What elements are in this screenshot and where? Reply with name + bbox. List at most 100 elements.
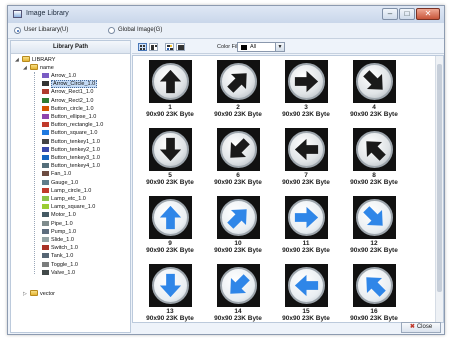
tree-item[interactable]: Fan_1.0 [42, 170, 71, 178]
tree-item[interactable]: Valve_1.0 [42, 269, 75, 277]
arrow-image[interactable] [216, 264, 260, 307]
arrow-image[interactable] [284, 128, 328, 171]
tree-item[interactable]: Toggle_1.0 [42, 261, 78, 269]
user-library-radio[interactable] [14, 27, 21, 34]
arrow-image[interactable] [352, 128, 396, 171]
tree-item[interactable]: Arrow_Rect2_1.0 [42, 97, 94, 105]
arrow-icon [226, 209, 247, 229]
arrow-image[interactable] [352, 60, 396, 103]
item-type-icon [42, 187, 49, 193]
tree-item[interactable]: Button_circle_1.0 [42, 105, 94, 113]
image-tile[interactable]: 10 90x90 23K Byte [209, 196, 267, 255]
arrow-icon [159, 69, 181, 94]
close-window-button[interactable]: ✕ [416, 8, 440, 20]
global-image-label[interactable]: Global Image(G) [118, 27, 162, 33]
image-tile[interactable]: 14 90x90 23K Byte [209, 264, 267, 322]
tree-item[interactable]: Button_tenkey4_1.0 [42, 162, 100, 170]
tree-item[interactable]: Arrow_1.0 [42, 72, 76, 80]
tree-folder-name[interactable]: name [30, 64, 54, 72]
medium-icons-view-icon[interactable] [149, 43, 158, 51]
list-view-icon[interactable] [176, 43, 185, 51]
arrow-icon [159, 273, 181, 298]
tree-item[interactable]: Arrow_Rect1_1.0 [42, 88, 94, 96]
title-bar[interactable]: Image Library – □ ✕ [8, 6, 444, 23]
image-tile[interactable]: 4 90x90 23K Byte [345, 60, 403, 119]
image-number: 13 [166, 308, 174, 315]
item-type-icon [42, 179, 49, 185]
image-tile[interactable]: 2 90x90 23K Byte [209, 60, 267, 119]
tree-item[interactable]: Button_tenkey1_1.0 [42, 138, 100, 146]
tree-item[interactable]: Switch_1.0 [42, 244, 78, 252]
image-tile[interactable]: 1 90x90 23K Byte [141, 60, 199, 119]
minimize-button[interactable]: – [382, 8, 398, 20]
tree-item[interactable]: Lamp_square_1.0 [42, 203, 95, 211]
tree-item[interactable]: Arrow_Circle_1.0 [42, 80, 98, 89]
expand-vector-icon[interactable]: ▷ [23, 290, 27, 298]
image-number: 10 [234, 240, 242, 247]
tree-item[interactable]: Pump_1.0 [42, 228, 76, 236]
image-size-info: 90x90 23K Byte [146, 247, 194, 254]
arrow-image[interactable] [352, 196, 396, 239]
arrow-image[interactable] [284, 264, 328, 307]
image-tile[interactable]: 6 90x90 23K Byte [209, 128, 267, 187]
tree-item[interactable]: Motor_1.0 [42, 211, 76, 219]
close-button[interactable]: ✖ Close [401, 322, 441, 333]
image-tile[interactable]: 12 90x90 23K Byte [345, 196, 403, 255]
tree-item[interactable]: Lamp_circle_1.0 [42, 187, 91, 195]
tree-item[interactable]: Button_ellipse_1.0 [42, 113, 96, 121]
tree-item-label: Switch_1.0 [51, 245, 78, 252]
tree-item[interactable]: Tank_1.0 [42, 252, 73, 260]
thumbnail-view-icon[interactable] [165, 43, 174, 51]
tree-root[interactable]: LIBRARY [22, 56, 55, 64]
item-type-icon [42, 163, 49, 169]
arrow-image[interactable] [148, 196, 192, 239]
tree-item[interactable]: Button_tenkey2_1.0 [42, 146, 100, 154]
image-tile[interactable]: 15 90x90 23K Byte [277, 264, 335, 322]
scrollbar-thumb[interactable] [437, 64, 442, 292]
item-type-icon [42, 114, 49, 119]
collapse-folder-icon[interactable]: ◢ [23, 64, 27, 72]
arrow-image[interactable] [284, 196, 328, 239]
vertical-scrollbar[interactable] [435, 56, 443, 322]
image-tile[interactable]: 7 90x90 23K Byte [277, 128, 335, 187]
tree-item[interactable]: Pipe_1.0 [42, 220, 73, 228]
color-filter-select[interactable]: All ▼ [237, 42, 285, 52]
arrow-image[interactable] [216, 60, 260, 103]
tree-item-label: Slide_1.0 [51, 237, 74, 243]
arrow-image[interactable] [284, 60, 328, 103]
tree-item[interactable]: Gauge_1.0 [42, 179, 78, 187]
tree-item[interactable]: Button_rectangle_1.0 [42, 121, 103, 129]
image-tile[interactable]: 8 90x90 23K Byte [345, 128, 403, 187]
image-size-info: 90x90 23K Byte [146, 315, 194, 322]
arrow-image[interactable] [148, 128, 192, 171]
global-image-radio[interactable] [108, 27, 115, 34]
chevron-down-icon[interactable]: ▼ [275, 43, 284, 51]
arrow-image[interactable] [216, 196, 260, 239]
arrow-image[interactable] [148, 264, 192, 307]
large-icons-view-icon[interactable] [138, 43, 147, 51]
image-tile[interactable]: 13 90x90 23K Byte [141, 264, 199, 322]
item-type-icon [42, 261, 49, 267]
item-type-icon [42, 81, 49, 87]
image-tile[interactable]: 5 90x90 23K Byte [141, 128, 199, 187]
collapse-root-icon[interactable]: ◢ [15, 56, 19, 64]
tree-item[interactable]: Button_tenkey3_1.0 [42, 154, 100, 162]
image-tile[interactable]: 11 90x90 23K Byte [277, 196, 335, 255]
arrow-image[interactable] [216, 128, 260, 171]
tree-item[interactable]: Lamp_etc_1.0 [42, 195, 86, 203]
arrow-image[interactable] [352, 264, 396, 307]
image-tile[interactable]: 16 90x90 23K Byte [345, 264, 403, 322]
arrow-image[interactable] [148, 60, 192, 103]
tree-item[interactable]: Slide_1.0 [42, 236, 74, 244]
item-type-icon [42, 146, 49, 152]
image-tile[interactable]: 3 90x90 23K Byte [277, 60, 335, 119]
arrow-icon [229, 274, 250, 294]
maximize-button[interactable]: □ [399, 8, 415, 20]
tree-item[interactable]: Button_square_1.0 [42, 129, 97, 137]
user-library-label[interactable]: User Libarary(U) [24, 27, 68, 33]
tree-item-label: Button_tenkey4_1.0 [51, 163, 100, 170]
tree-folder-vector[interactable]: vector [30, 290, 55, 298]
item-type-icon [42, 97, 49, 103]
tree-item-label: Button_circle_1.0 [51, 105, 94, 112]
image-tile[interactable]: 9 90x90 23K Byte [141, 196, 199, 255]
